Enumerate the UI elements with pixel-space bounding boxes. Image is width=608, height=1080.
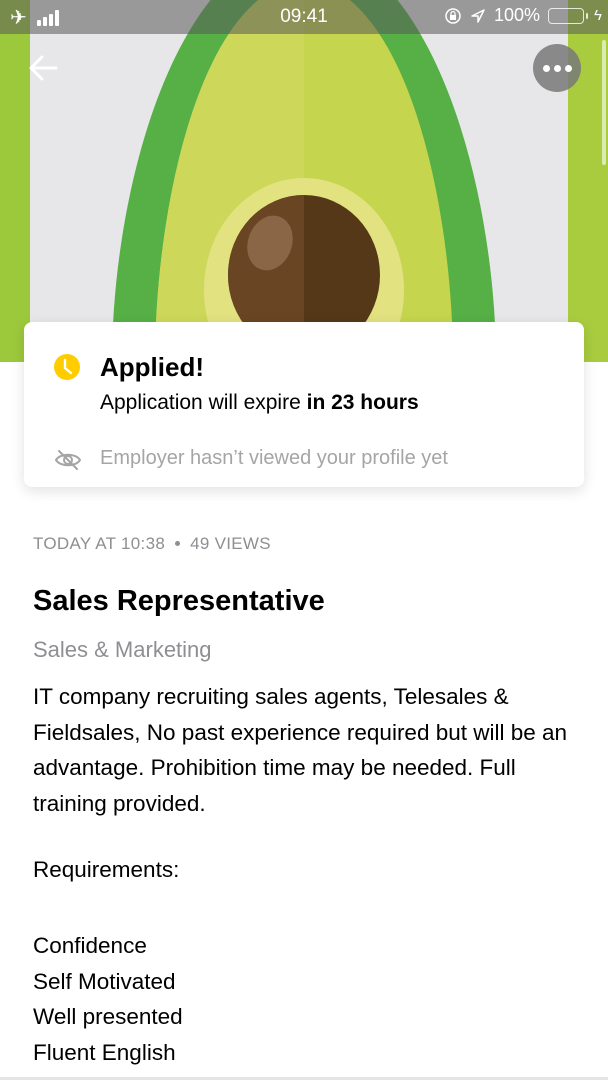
expiry-prefix: Application will expire	[100, 391, 307, 414]
scroll-indicator[interactable]	[602, 40, 606, 165]
arrow-left-icon	[29, 55, 58, 81]
location-icon	[471, 8, 485, 23]
view-count: 49 VIEWS	[190, 534, 271, 553]
separator-dot	[175, 540, 181, 546]
requirements-label: Requirements:	[33, 857, 180, 882]
application-status-title: Applied!	[100, 352, 204, 382]
eye-off-icon	[54, 450, 82, 470]
expiry-time: in 23 hours	[306, 391, 419, 414]
back-button[interactable]	[26, 50, 62, 86]
ellipsis-icon	[542, 64, 550, 72]
battery-icon	[548, 7, 589, 24]
requirement-item: Fluent English	[33, 1039, 176, 1065]
status-bar: ✈ 09:41 100% ϟ	[0, 0, 608, 34]
job-hero-image	[0, 0, 608, 362]
profile-viewed-status: Employer hasn’t viewed your profile yet	[100, 447, 448, 469]
application-status-card: Applied! Application will expire in 23 h…	[24, 322, 584, 487]
more-options-button[interactable]	[533, 44, 581, 92]
job-meta: TODAY AT 10:38 49 VIEWS	[33, 534, 271, 554]
application-expiry: Application will expire in 23 hours	[100, 391, 419, 415]
requirement-item: Confidence	[33, 933, 147, 958]
job-category[interactable]: Sales & Marketing	[33, 637, 212, 663]
charging-icon: ϟ	[594, 7, 602, 24]
battery-percent: 100%	[494, 5, 541, 25]
requirement-item: Self Motivated	[33, 968, 176, 994]
clock-icon	[54, 354, 80, 380]
job-title: Sales Representative	[33, 585, 325, 617]
posted-time: TODAY AT 10:38	[33, 534, 166, 553]
job-description: IT company recruiting sales agents, Tele…	[33, 684, 568, 816]
rotation-lock-icon	[445, 7, 461, 24]
requirements-list: Confidence Self Motivated Well presented…	[33, 928, 183, 1070]
requirement-item: Well presented	[33, 1004, 183, 1029]
avocado-illustration	[0, 0, 608, 362]
